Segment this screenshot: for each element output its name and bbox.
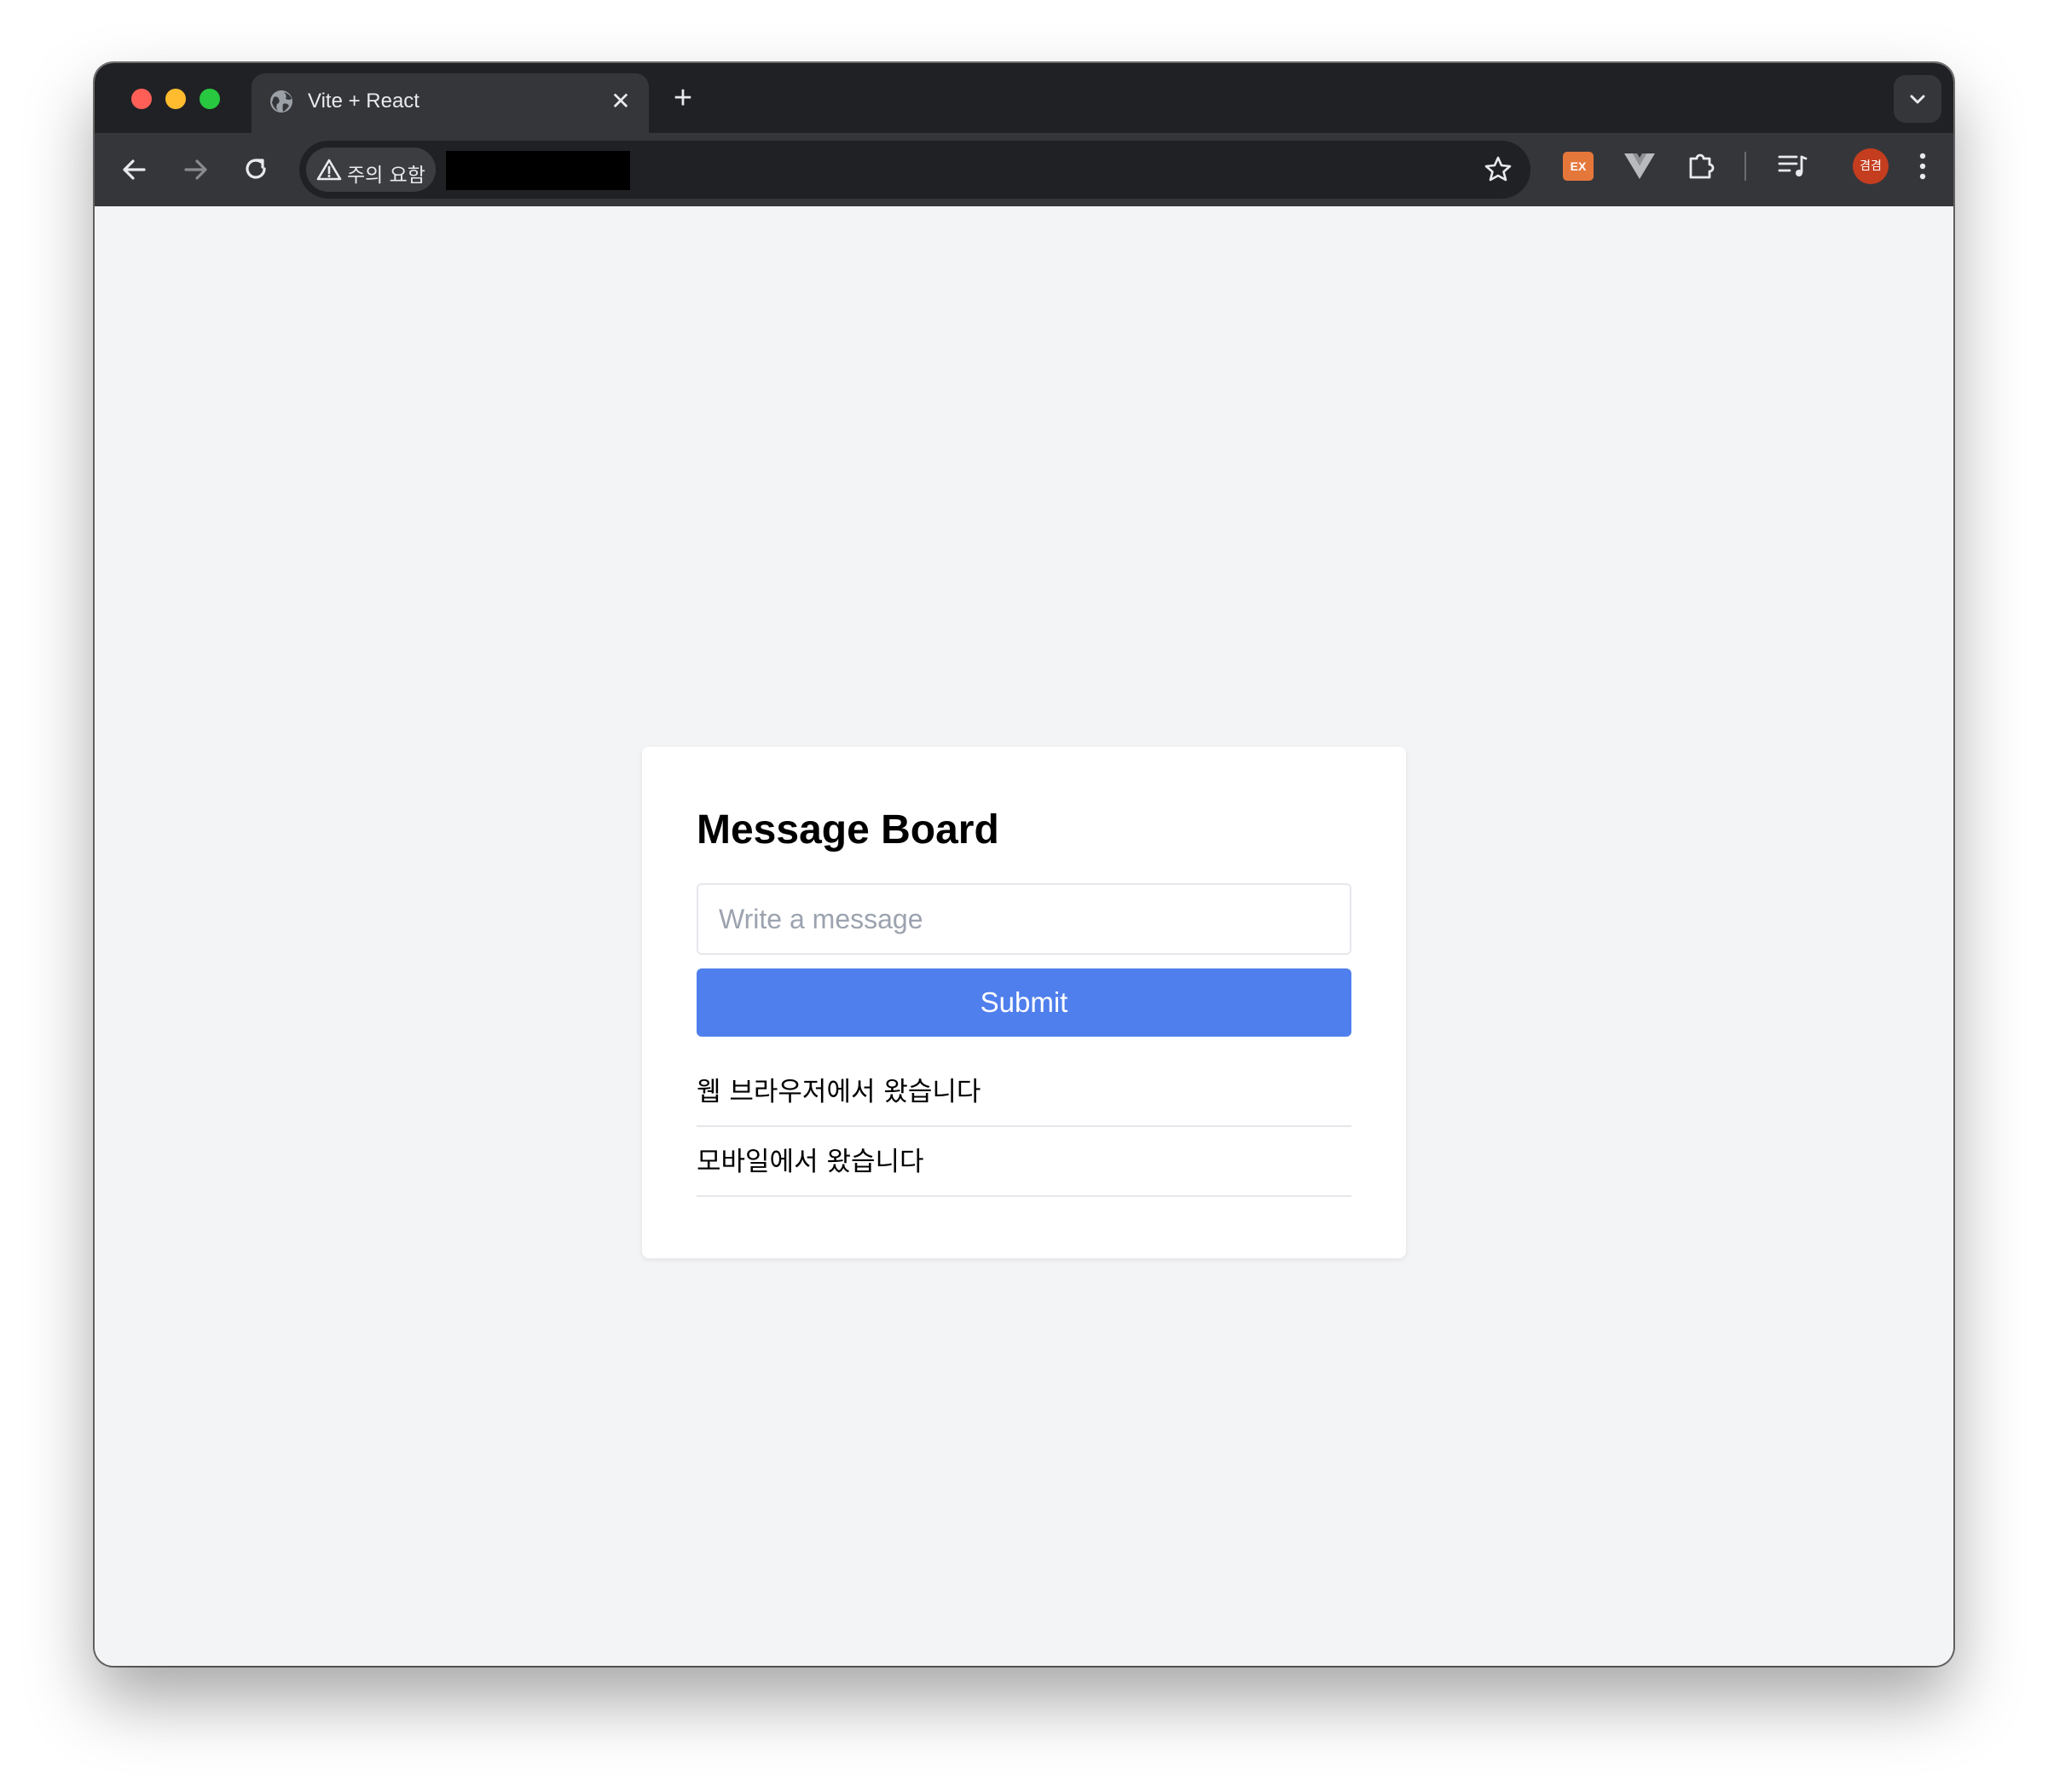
url-redacted	[446, 151, 630, 190]
security-chip[interactable]: 주의 요함	[306, 147, 436, 192]
message-list: 웹 브라우저에서 왔습니다 모바일에서 왔습니다	[697, 1057, 1351, 1197]
message-board-card: Message Board Submit 웹 브라우저에서 왔습니다 모바일에서…	[642, 747, 1406, 1258]
tab-vite-react[interactable]: Vite + React ✕	[252, 73, 649, 135]
warning-icon	[316, 159, 342, 181]
chevron-down-icon	[1910, 95, 1925, 104]
avatar[interactable]: 겸겸	[1853, 148, 1889, 184]
globe-icon	[270, 90, 292, 113]
submit-button[interactable]: Submit	[697, 968, 1351, 1037]
tab-strip: Vite + React ✕ +	[95, 63, 1953, 135]
back-arrow-icon[interactable]	[113, 148, 156, 191]
star-icon[interactable]	[1483, 154, 1513, 185]
address-bar[interactable]: 주의 요함	[299, 141, 1530, 199]
browser-window: Vite + React ✕ + 주의 요함 EX 겸겸 Message Boa…	[95, 63, 1953, 1666]
ex-extension-icon[interactable]: EX	[1563, 152, 1594, 181]
window-close-button[interactable]	[131, 89, 152, 109]
plus-icon[interactable]: +	[668, 82, 698, 114]
page-viewport: Message Board Submit 웹 브라우저에서 왔습니다 모바일에서…	[95, 206, 1953, 1666]
tab-search-button[interactable]	[1894, 75, 1941, 123]
puzzle-extension-icon[interactable]	[1684, 148, 1718, 182]
list-item: 웹 브라우저에서 왔습니다	[697, 1057, 1351, 1127]
vue-devtools-icon[interactable]	[1623, 150, 1657, 181]
tab-title: Vite + React	[308, 90, 419, 113]
security-chip-label: 주의 요함	[347, 165, 425, 187]
window-minimize-button[interactable]	[165, 89, 186, 109]
window-maximize-button[interactable]	[200, 89, 220, 109]
list-item: 모바일에서 왔습니다	[697, 1127, 1351, 1197]
media-controls-icon[interactable]	[1776, 150, 1810, 181]
page-title: Message Board	[697, 807, 999, 853]
close-icon[interactable]: ✕	[608, 89, 633, 114]
reload-icon[interactable]	[234, 148, 277, 191]
message-input[interactable]	[697, 883, 1351, 955]
browser-toolbar: 주의 요함	[95, 133, 1953, 206]
forward-arrow-icon[interactable]	[174, 148, 217, 191]
more-vert-icon[interactable]	[1914, 148, 1931, 184]
toolbar-divider	[1744, 152, 1746, 181]
